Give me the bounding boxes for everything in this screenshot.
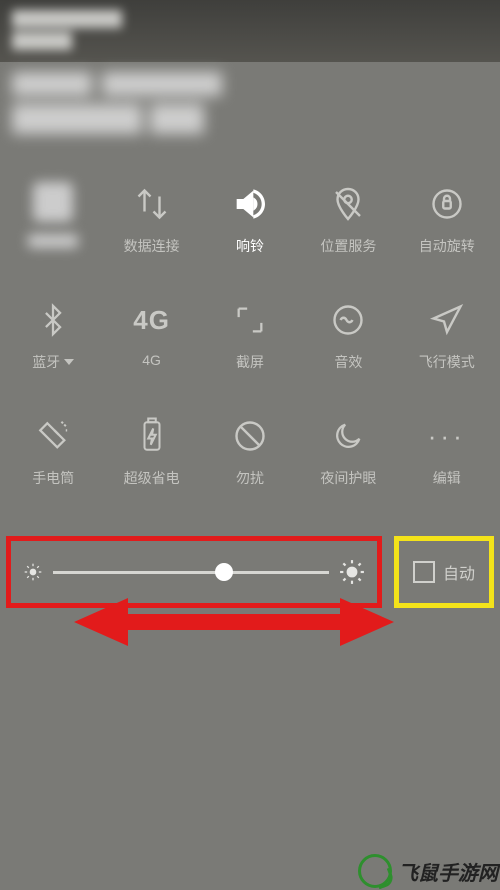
tile-airplane[interactable]: 飞行模式 (401, 288, 493, 378)
tile-label: 超级省电 (124, 468, 180, 488)
chevron-down-icon (64, 359, 74, 365)
data-swap-icon (130, 182, 174, 226)
screenshot-icon (228, 298, 272, 342)
tile-screenshot[interactable]: 截屏 (204, 288, 296, 378)
tile-label: 位置服务 (320, 236, 376, 256)
tile-label: 手电筒 (32, 468, 74, 488)
tile-redacted[interactable] (7, 172, 99, 254)
tile-label: 勿扰 (236, 468, 264, 488)
tile-label: 编辑 (433, 468, 461, 488)
watermark-text: 飞鼠手游网 (398, 857, 498, 886)
rotate-lock-icon (425, 182, 469, 226)
dnd-icon (228, 414, 272, 458)
notification-area (0, 62, 500, 164)
quick-settings-panel: 数据连接 响铃 位置服务 (0, 172, 500, 494)
tile-data[interactable]: 数据连接 (106, 172, 198, 262)
airplane-icon (425, 298, 469, 342)
drag-arrow-annotation (74, 594, 394, 650)
tile-flashlight[interactable]: 手电筒 (7, 404, 99, 494)
tiles-row-3: 手电筒 超级省电 勿扰 (4, 404, 496, 494)
tile-dnd[interactable]: 勿扰 (204, 404, 296, 494)
auto-brightness-highlight: 自动 (394, 536, 494, 608)
tile-bluetooth[interactable]: 蓝牙 (7, 288, 99, 378)
tile-autorotate[interactable]: 自动旋转 (401, 172, 493, 262)
tile-label: 数据连接 (124, 236, 180, 256)
brightness-thumb[interactable] (215, 563, 233, 581)
tile-label: 响铃 (236, 236, 264, 256)
more-icon: ··· (425, 414, 469, 458)
moon-icon (326, 414, 370, 458)
tile-location[interactable]: 位置服务 (302, 172, 394, 262)
tiles-row-1: 数据连接 响铃 位置服务 (4, 172, 496, 262)
bluetooth-icon (31, 298, 75, 342)
tile-label: 音效 (334, 352, 362, 372)
tile-4g[interactable]: 4G 4G (106, 288, 198, 374)
brightness-slider[interactable] (53, 571, 329, 574)
tile-ring[interactable]: 响铃 (204, 172, 296, 262)
auto-brightness-label: 自动 (443, 560, 475, 584)
status-bar (0, 0, 500, 62)
tile-label: 自动旋转 (419, 236, 475, 256)
tile-label: 截屏 (236, 352, 264, 372)
auto-brightness-checkbox[interactable] (413, 561, 435, 583)
location-off-icon (326, 182, 370, 226)
watermark: 飞鼠手游网 (358, 854, 498, 888)
flashlight-icon (31, 414, 75, 458)
tile-edit[interactable]: ··· 编辑 (401, 404, 493, 494)
tiles-row-2: 蓝牙 4G 4G 截屏 音效 (4, 288, 496, 378)
volume-icon (228, 182, 272, 226)
brightness-high-icon (339, 559, 365, 585)
battery-save-icon (130, 414, 174, 458)
tile-powersave[interactable]: 超级省电 (106, 404, 198, 494)
tile-sound[interactable]: 音效 (302, 288, 394, 378)
watermark-logo-icon (358, 854, 392, 888)
brightness-low-icon (23, 562, 43, 582)
tile-label: 夜间护眼 (320, 468, 376, 488)
tile-label: 飞行模式 (419, 352, 475, 372)
sound-effect-icon (326, 298, 370, 342)
tile-night[interactable]: 夜间护眼 (302, 404, 394, 494)
four-g-icon: 4G (130, 298, 174, 342)
tile-label: 4G (142, 352, 161, 368)
tile-label: 蓝牙 (32, 352, 74, 372)
bluetooth-label-text: 蓝牙 (32, 352, 60, 372)
